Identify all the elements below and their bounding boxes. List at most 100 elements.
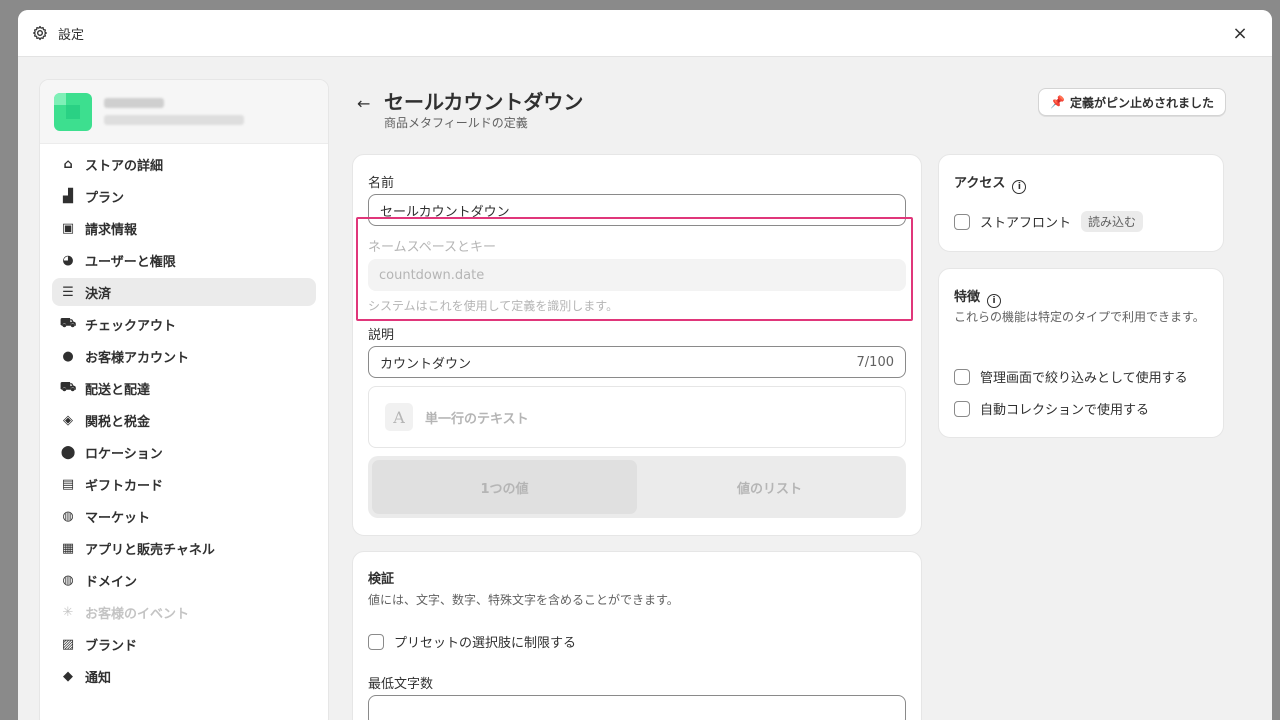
- close-icon[interactable]: ×: [1230, 23, 1250, 44]
- sidebar-item[interactable]: ◕ ユーザーと権限: [52, 246, 316, 274]
- access-title: アクセス: [954, 176, 1006, 191]
- cart-icon: ⛟: [59, 315, 77, 331]
- access-title-row: アクセス i: [954, 172, 1027, 194]
- page-title: セールカウントダウン: [384, 90, 584, 114]
- sidebar-item-label: ドメイン: [85, 574, 138, 590]
- type-label: 単一行のテキスト: [425, 411, 529, 427]
- sidebar-item[interactable]: ⛟ 配送と配達: [52, 374, 316, 402]
- sidebar-item[interactable]: ▨ ブランド: [52, 630, 316, 658]
- description-label: 説明: [368, 328, 395, 343]
- validation-title: 検証: [368, 572, 395, 587]
- single-value-option: 1つの値: [372, 460, 637, 514]
- brand-image-icon: ▨: [61, 636, 75, 652]
- info-icon[interactable]: i: [1012, 180, 1027, 194]
- features-card: 特徴 i これらの機能は特定のタイプで利用できます。 管理画面で絞り込みとして使用…: [938, 268, 1224, 438]
- modal-titlebar: 設定 ×: [18, 10, 1272, 57]
- name-field-value: セールカウントダウン: [380, 204, 510, 220]
- sidebar-item-label: 請求情報: [85, 222, 138, 238]
- sidebar-item[interactable]: ▟ プラン: [52, 182, 316, 210]
- sidebar-item[interactable]: ◍ ドメイン: [52, 566, 316, 594]
- sidebar-item[interactable]: ⛟ チェックアウト: [52, 310, 316, 338]
- modal-title: 設定: [58, 27, 85, 43]
- sidebar-item-label: チェックアウト: [85, 318, 177, 334]
- features-title: 特徴: [954, 290, 981, 305]
- payments-icon: ☰: [62, 284, 74, 300]
- sidebar-item-label: ロケーション: [85, 446, 163, 462]
- sidebar-item-label: プラン: [85, 190, 125, 206]
- read-access-badge: 読み込む: [1081, 211, 1144, 232]
- page-subtitle: 商品メタフィールドの定義: [384, 116, 528, 130]
- sidebar-item[interactable]: ● お客様アカウント: [52, 342, 316, 370]
- namespace-label: ネームスペースとキー: [368, 240, 497, 255]
- truck-icon: ⛟: [59, 379, 77, 395]
- gift-card-icon: ▤: [61, 476, 75, 492]
- pinned-button[interactable]: 📌 定義がピン止めされました: [1038, 88, 1226, 116]
- info-icon[interactable]: i: [987, 294, 1002, 308]
- storefront-checkbox-row[interactable]: ストアフロント 読み込む: [954, 211, 1144, 232]
- globe-icon: ◍: [62, 508, 74, 524]
- user-permissions-icon: ◕: [62, 252, 74, 268]
- sidebar-item-label: お客様のイベント: [85, 606, 190, 622]
- sidebar-item-label: アプリと販売チャネル: [85, 542, 215, 558]
- storefront-checkbox[interactable]: [954, 213, 970, 230]
- sidebar-item-label: 通知: [85, 670, 112, 686]
- gear-icon: [32, 25, 48, 41]
- sidebar-item[interactable]: ☰ 決済: [52, 278, 316, 306]
- validation-description: 値には、文字、数字、特殊文字を含めることができます。: [368, 593, 679, 607]
- sidebar-item-label: ユーザーと権限: [85, 254, 176, 270]
- value-mode-segmented: 1つの値 値のリスト: [368, 456, 906, 518]
- text-type-icon: A: [385, 403, 413, 431]
- storefront-label: ストアフロント: [980, 216, 1072, 231]
- settings-nav: ⌂ ストアの詳細 ▟ プラン ▣ 請求情報 ◕ ユーザーと権限 ☰ 決済 ⛟ チェックアウト ● お客様ア…: [40, 144, 328, 700]
- namespace-key-field: countdown.date: [368, 259, 906, 291]
- namespace-key-value: countdown.date: [379, 267, 485, 283]
- name-field[interactable]: セールカウントダウン: [368, 194, 906, 226]
- tax-bag-icon: ◈: [63, 412, 73, 428]
- bell-icon: ◆: [63, 668, 73, 684]
- preset-checkbox[interactable]: [368, 633, 384, 650]
- filter-checkbox-row[interactable]: 管理画面で絞り込みとして使用する: [954, 367, 1188, 386]
- sidebar-item-label: ブランド: [85, 638, 138, 654]
- filter-checkbox[interactable]: [954, 368, 970, 385]
- description-field-value: カウントダウン: [380, 356, 472, 372]
- sidebar-item-label: 決済: [85, 286, 112, 302]
- settings-sidebar: ⌂ ストアの詳細 ▟ プラン ▣ 請求情報 ◕ ユーザーと権限 ☰ 決済 ⛟ チェックアウト ● お客様ア…: [39, 79, 329, 720]
- collection-checkbox-row[interactable]: 自動コレクションで使用する: [954, 399, 1149, 418]
- person-icon: ●: [62, 348, 74, 364]
- sidebar-item-label: マーケット: [85, 510, 151, 526]
- access-card: アクセス i ストアフロント 読み込む: [938, 154, 1224, 252]
- name-label: 名前: [368, 176, 395, 191]
- domain-globe-icon: ◍: [62, 572, 74, 588]
- apps-icon: ▦: [61, 540, 75, 556]
- min-chars-field[interactable]: [368, 695, 906, 720]
- description-field[interactable]: カウントダウン 7/100: [368, 346, 906, 378]
- store-avatar: [54, 92, 92, 131]
- list-value-option: 値のリスト: [736, 481, 802, 497]
- store-name-redacted: [104, 98, 244, 125]
- sidebar-item-label: 配送と配達: [85, 382, 151, 398]
- sidebar-item[interactable]: ⬤ ロケーション: [52, 438, 316, 466]
- preset-checkbox-row[interactable]: プリセットの選択肢に制限する: [368, 632, 576, 651]
- plan-chart-icon: ▟: [63, 188, 73, 204]
- store-icon: ⌂: [63, 156, 73, 172]
- store-header[interactable]: [40, 80, 328, 144]
- features-description: これらの機能は特定のタイプで利用できます。: [954, 310, 1205, 324]
- sidebar-item[interactable]: ▦ アプリと販売チャネル: [52, 534, 316, 562]
- collection-checkbox-label: 自動コレクションで使用する: [980, 403, 1150, 418]
- back-arrow-icon[interactable]: ←: [357, 94, 370, 113]
- sidebar-item[interactable]: ◍ マーケット: [52, 502, 316, 530]
- sidebar-item[interactable]: ⌂ ストアの詳細: [52, 150, 316, 178]
- sidebar-item-label: ストアの詳細: [85, 158, 164, 174]
- sidebar-item-label: ギフトカード: [85, 478, 164, 494]
- billing-icon: ▣: [61, 220, 75, 236]
- sidebar-item[interactable]: ◈ 関税と税金: [52, 406, 316, 434]
- sidebar-item-label: 関税と税金: [85, 414, 151, 430]
- location-pin-icon: ⬤: [60, 444, 76, 460]
- collection-checkbox[interactable]: [954, 400, 970, 417]
- type-selector: A 単一行のテキスト: [368, 386, 906, 448]
- description-char-count: 7/100: [856, 354, 894, 370]
- sidebar-item[interactable]: ▣ 請求情報: [52, 214, 316, 242]
- sidebar-item[interactable]: ◆ 通知: [52, 662, 316, 690]
- sidebar-item[interactable]: ▤ ギフトカード: [52, 470, 316, 498]
- validation-card: 検証 値には、文字、数字、特殊文字を含めることができます。 プリセットの選択肢に…: [352, 551, 922, 720]
